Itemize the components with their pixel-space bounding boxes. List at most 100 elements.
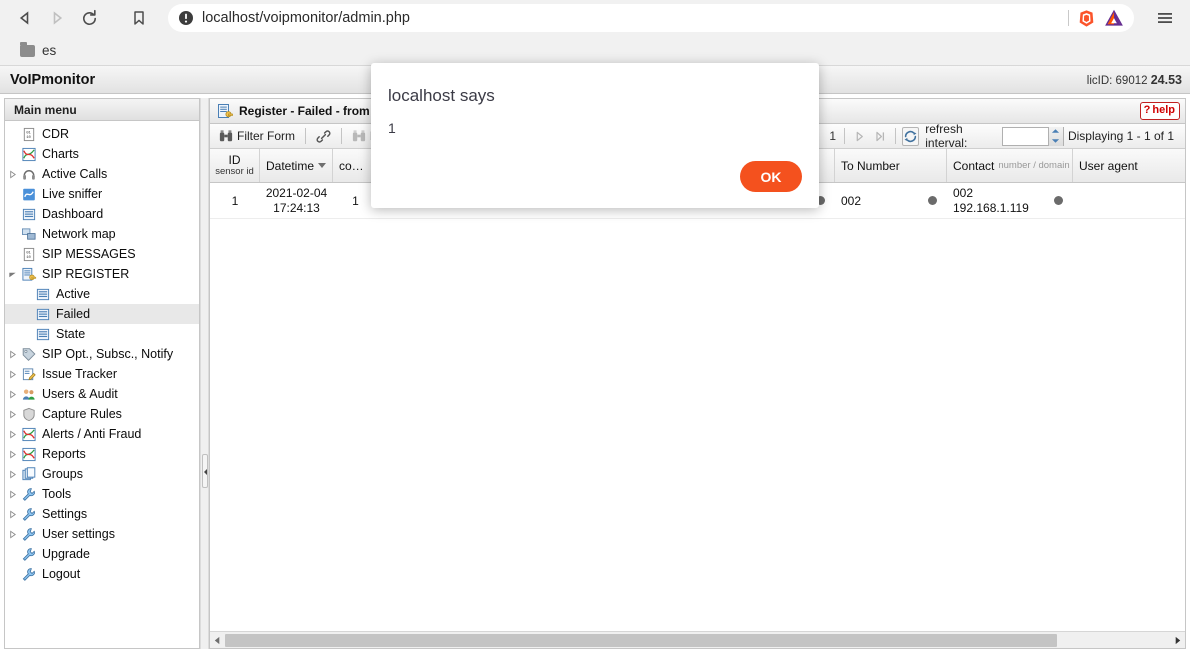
network-map-icon — [19, 226, 39, 242]
sidebar-item-sip-opt-subsc-notify[interactable]: SIP Opt., Subsc., Notify — [5, 344, 199, 364]
spinner-up-button[interactable] — [1049, 127, 1063, 137]
sidebar-item-label: Reports — [42, 447, 86, 461]
address-bar[interactable]: localhost/voipmonitor/admin.php — [168, 4, 1134, 32]
forward-button[interactable] — [42, 3, 72, 33]
sidebar-item-label: Failed — [56, 307, 90, 321]
sidebar-item-user-settings[interactable]: User settings — [5, 524, 199, 544]
page-title: VoIPmonitor — [10, 72, 95, 88]
sidebar-item-issue-tracker[interactable]: Issue Tracker — [5, 364, 199, 384]
collapsed-arrow-icon[interactable] — [5, 530, 19, 539]
link-button[interactable] — [312, 128, 335, 145]
sidebar-item-state[interactable]: State — [5, 324, 199, 344]
sidebar-item-alerts-anti-fraud[interactable]: Alerts / Anti Fraud — [5, 424, 199, 444]
brave-shields-button[interactable] — [1077, 9, 1096, 28]
folder-icon — [20, 45, 35, 57]
dialog-ok-button[interactable]: OK — [740, 161, 802, 192]
charts-icon — [19, 446, 39, 462]
sidebar-item-capture-rules[interactable]: Capture Rules — [5, 404, 199, 424]
collapsed-arrow-icon[interactable] — [5, 410, 19, 419]
cell-to-number: 002 — [835, 183, 947, 218]
sidebar-item-sip-messages[interactable]: 0110SIP MESSAGES — [5, 244, 199, 264]
splitter-handle[interactable] — [202, 454, 208, 488]
dialog-message: 1 — [388, 120, 396, 136]
collapsed-arrow-icon[interactable] — [5, 490, 19, 499]
collapsed-arrow-icon[interactable] — [5, 370, 19, 379]
register-key-icon — [217, 103, 233, 119]
sidebar-item-live-sniffer[interactable]: Live sniffer — [5, 184, 199, 204]
sidebar-header: Main menu — [5, 99, 199, 121]
sidebar-item-label: Logout — [42, 567, 80, 581]
charts-icon — [21, 427, 37, 442]
collapsed-arrow-icon[interactable] — [5, 170, 19, 179]
column-header-id[interactable]: IDsensor id — [210, 149, 260, 182]
bookmark-button[interactable] — [124, 3, 154, 33]
bookmark-icon — [131, 9, 147, 27]
sidebar-item-tools[interactable]: Tools — [5, 484, 199, 504]
tag-icon — [21, 347, 37, 362]
sidebar-splitter[interactable] — [200, 98, 209, 649]
back-button[interactable] — [10, 3, 40, 33]
scroll-left-arrow-icon — [213, 636, 222, 645]
collapsed-arrow-icon[interactable] — [5, 430, 19, 439]
refresh-cycle-icon — [903, 129, 918, 144]
sidebar: Main menu 0110CDRChartsActive CallsLive … — [4, 98, 200, 649]
users-icon — [19, 386, 39, 402]
sidebar-item-users-audit[interactable]: Users & Audit — [5, 384, 199, 404]
status-dot-icon — [1054, 196, 1063, 205]
expanded-arrow-icon[interactable] — [5, 270, 19, 279]
column-header-datetime[interactable]: Datetime — [260, 149, 333, 182]
sidebar-item-cdr[interactable]: 0110CDR — [5, 124, 199, 144]
sidebar-item-label: Active — [56, 287, 90, 301]
sidebar-item-label: Upgrade — [42, 547, 90, 561]
spinner-down-button[interactable] — [1049, 136, 1063, 146]
sidebar-item-settings[interactable]: Settings — [5, 504, 199, 524]
scroll-right-button[interactable] — [1170, 633, 1185, 648]
sidebar-item-logout[interactable]: Logout — [5, 564, 199, 584]
wrench-icon — [19, 566, 39, 582]
sidebar-item-failed[interactable]: Failed — [5, 304, 199, 324]
sidebar-item-network-map[interactable]: Network map — [5, 224, 199, 244]
sidebar-item-charts[interactable]: Charts — [5, 144, 199, 164]
filter-form-button[interactable]: Filter Form — [215, 128, 299, 144]
scrollbar-thumb[interactable] — [225, 634, 1057, 647]
collapsed-arrow-icon[interactable] — [5, 470, 19, 479]
bat-rewards-button[interactable] — [1104, 9, 1124, 28]
sidebar-item-dashboard[interactable]: Dashboard — [5, 204, 199, 224]
collapsed-arrow-icon[interactable] — [5, 390, 19, 399]
spinner-down-icon — [1051, 138, 1060, 144]
wrench-icon — [21, 567, 37, 582]
browser-menu-button[interactable] — [1150, 3, 1180, 33]
displaying-count: Displaying 1 - 1 of 1 — [1068, 129, 1174, 143]
sidebar-item-active-calls[interactable]: Active Calls — [5, 164, 199, 184]
column-header-contact[interactable]: Contactnumber / domain — [947, 149, 1073, 182]
horizontal-scrollbar[interactable] — [210, 631, 1185, 648]
bookmark-item-es[interactable]: es — [14, 41, 62, 60]
wrench-icon — [19, 506, 39, 522]
sidebar-item-active[interactable]: Active — [5, 284, 199, 304]
collapsed-arrow-icon[interactable] — [5, 510, 19, 519]
javascript-alert-dialog: localhost says 1 OK — [371, 63, 819, 208]
sidebar-item-sip-register[interactable]: SIP REGISTER — [5, 264, 199, 284]
sidebar-item-label: Network map — [42, 227, 116, 241]
refresh-interval-control[interactable] — [1002, 127, 1064, 146]
column-header-to-number[interactable]: To Number — [835, 149, 947, 182]
sidebar-item-label: Users & Audit — [42, 387, 118, 401]
scroll-left-button[interactable] — [210, 633, 225, 648]
collapsed-arrow-icon[interactable] — [5, 450, 19, 459]
refresh-interval-spinner[interactable] — [1048, 127, 1063, 146]
help-button[interactable]: help ? help — [1140, 102, 1180, 119]
refresh-button[interactable] — [902, 127, 919, 146]
sidebar-item-label: SIP MESSAGES — [42, 247, 136, 261]
sidebar-item-groups[interactable]: Groups — [5, 464, 199, 484]
reload-button[interactable] — [74, 3, 104, 33]
collapsed-arrow-icon[interactable] — [5, 350, 19, 359]
sidebar-item-label: SIP REGISTER — [42, 267, 129, 281]
refresh-interval-input[interactable] — [1003, 128, 1048, 145]
column-header-user-agent[interactable]: User agent — [1073, 149, 1186, 182]
last-page-button[interactable] — [872, 127, 889, 146]
sidebar-item-reports[interactable]: Reports — [5, 444, 199, 464]
scrollbar-track[interactable] — [225, 633, 1170, 648]
sidebar-item-upgrade[interactable]: Upgrade — [5, 544, 199, 564]
next-page-button[interactable] — [851, 127, 868, 146]
charts-icon — [21, 147, 37, 162]
